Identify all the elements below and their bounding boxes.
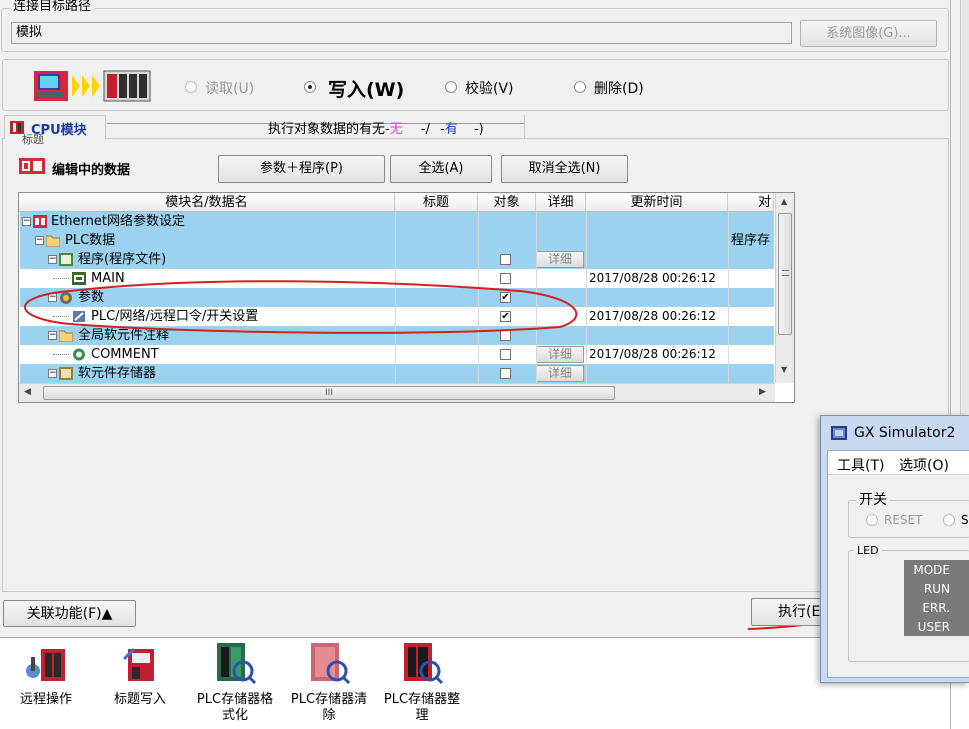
menu-options[interactable]: 选项(O) [899,455,949,475]
plc-memory-arrange-icon[interactable] [400,641,444,685]
plc-memory-format-label[interactable]: PLC存储器格 式化 [190,692,280,724]
remote-operation-label[interactable]: 远程操作 [6,692,86,708]
s-label: S [961,513,969,527]
plc-memory-arrange-label[interactable]: PLC存储器整 理 [377,692,467,724]
related-function-button[interactable]: 关联功能(F)▲ [3,600,136,627]
title-write-icon[interactable] [120,645,160,685]
plc-memory-clear-label[interactable]: PLC存储器清 除 [284,692,374,724]
plc-memory-clear-icon[interactable] [307,641,351,685]
led-run: RUN [923,582,950,596]
remote-operation-icon[interactable] [23,645,69,685]
reset-label: RESET [884,513,923,527]
led-err: ERR. [922,601,950,615]
led-user: USER [917,620,950,634]
menu-tools[interactable]: 工具(T) [837,455,884,475]
outer-window-edge-right [960,0,969,415]
plc-memory-format-icon[interactable] [213,641,257,685]
title-write-label[interactable]: 标题写入 [100,692,180,708]
simulator-app-icon [831,426,847,440]
s-radio[interactable] [943,514,955,526]
led-panel: MODE RUN ERR. USER [904,560,969,636]
gx-simulator-window[interactable]: GX Simulator2 工具(T) 选项(O) 开关 RESET S LED… [820,415,969,683]
led-group-title: LED [854,544,882,557]
switch-group-title: 开关 [856,489,890,509]
led-mode: MODE [913,563,950,577]
reset-radio[interactable] [866,514,878,526]
simulator-title: GX Simulator2 [854,425,956,441]
